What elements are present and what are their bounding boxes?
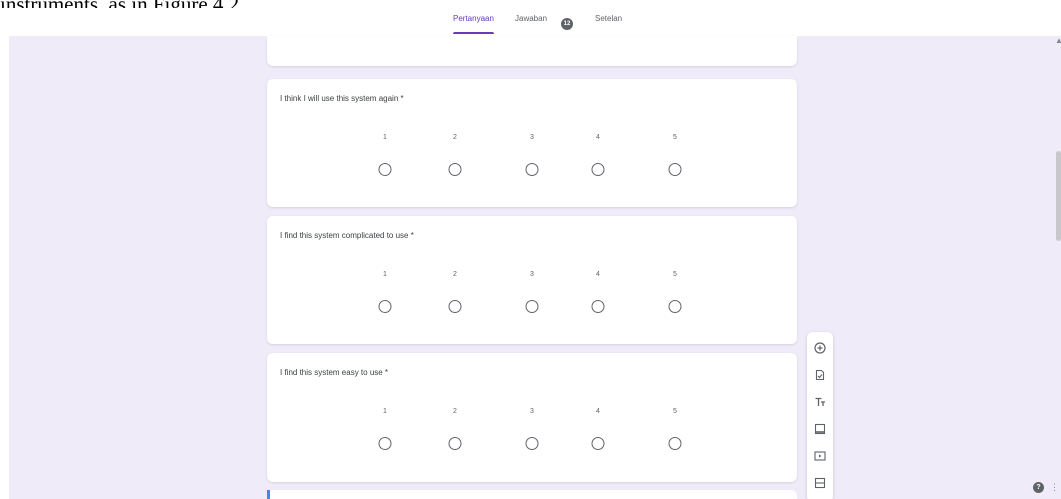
- question-card[interactable]: I find this system easy to use * 1 2 3 4…: [267, 353, 797, 482]
- scale-radio[interactable]: [448, 300, 462, 313]
- scale-label: 3: [530, 134, 534, 141]
- tab-questions[interactable]: Pertanyaan: [453, 12, 494, 34]
- scale-label: 5: [673, 271, 677, 278]
- scale-radio[interactable]: [525, 163, 539, 176]
- next-question-card[interactable]: [267, 490, 797, 499]
- scale-radio[interactable]: [525, 437, 539, 450]
- form-editor-area: I think I will use this system again * 1…: [9, 36, 1061, 499]
- question-text: I find this system complicated to use *: [280, 231, 414, 240]
- add-video-icon[interactable]: [812, 448, 828, 464]
- question-text: I think I will use this system again *: [280, 94, 404, 103]
- scale-radio[interactable]: [668, 163, 682, 176]
- question-text: I find this system easy to use *: [280, 368, 389, 377]
- more-options-icon[interactable]: ⋮: [1050, 482, 1059, 493]
- scale-label: 2: [453, 271, 457, 278]
- scale-label: 1: [383, 271, 387, 278]
- page-scrollbar[interactable]: ▲: [1055, 36, 1061, 499]
- scale-label: 4: [596, 271, 600, 278]
- scale-radio[interactable]: [378, 300, 392, 313]
- help-icon[interactable]: ?: [1033, 482, 1044, 493]
- tab-settings[interactable]: Setelan: [595, 12, 622, 34]
- scale-radio[interactable]: [668, 300, 682, 313]
- scale-radio[interactable]: [591, 437, 605, 450]
- scale-label: 5: [673, 134, 677, 141]
- scale-label: 1: [383, 408, 387, 415]
- scale-label: 3: [530, 271, 534, 278]
- previous-question-card[interactable]: [267, 36, 797, 66]
- scale-radio[interactable]: [591, 300, 605, 313]
- tab-responses[interactable]: Jawaban: [515, 12, 547, 34]
- scale-radio[interactable]: [378, 163, 392, 176]
- scale-label: 2: [453, 134, 457, 141]
- scale-label: 1: [383, 134, 387, 141]
- scale-radio[interactable]: [448, 437, 462, 450]
- scale-radio[interactable]: [525, 300, 539, 313]
- responses-count-badge: 12: [561, 18, 573, 30]
- scale-label: 4: [596, 134, 600, 141]
- add-image-icon[interactable]: [812, 421, 828, 437]
- scale-radio[interactable]: [378, 437, 392, 450]
- add-section-icon[interactable]: [812, 475, 828, 491]
- scale-label: 3: [530, 408, 534, 415]
- scroll-up-icon[interactable]: ▲: [1055, 36, 1061, 45]
- import-questions-icon[interactable]: [812, 367, 828, 383]
- question-card[interactable]: I find this system complicated to use * …: [267, 216, 797, 344]
- section-accent-bar: [267, 490, 270, 499]
- add-question-icon[interactable]: [812, 340, 828, 356]
- floating-toolbar: [807, 332, 833, 499]
- scale-radio[interactable]: [448, 163, 462, 176]
- scale-radio[interactable]: [591, 163, 605, 176]
- scale-label: 4: [596, 408, 600, 415]
- add-title-icon[interactable]: [812, 394, 828, 410]
- scale-label: 5: [673, 408, 677, 415]
- scale-radio[interactable]: [668, 437, 682, 450]
- scale-label: 2: [453, 408, 457, 415]
- form-tabs: Pertanyaan Jawaban 12 Setelan: [0, 8, 1061, 36]
- question-card[interactable]: I think I will use this system again * 1…: [267, 79, 797, 207]
- scrollbar-thumb[interactable]: [1056, 151, 1061, 241]
